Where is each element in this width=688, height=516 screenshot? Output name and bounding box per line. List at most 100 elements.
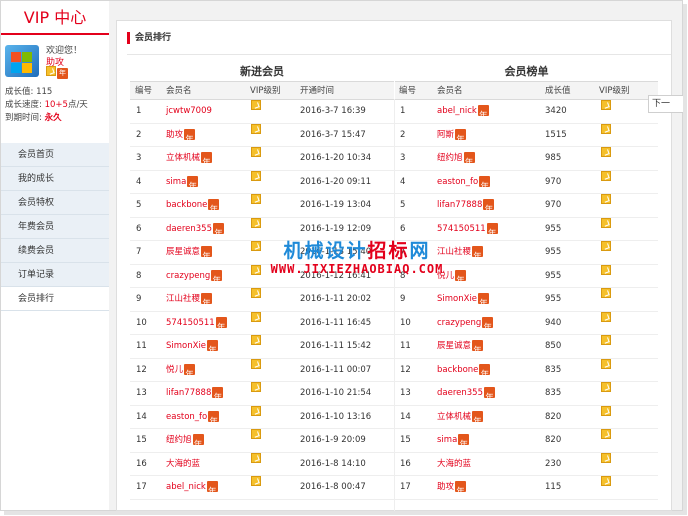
row-number: 3 xyxy=(136,153,142,163)
year-member-icon: 年 xyxy=(472,246,484,262)
table-row: 14 easton_fo 年 2016-1-10 13:16 xyxy=(130,405,394,429)
year-member-icon: 年 xyxy=(201,246,213,262)
vip-level-icon xyxy=(601,241,611,251)
row-number: 16 xyxy=(400,458,411,469)
sidebar-item-home[interactable]: 会员首页 xyxy=(1,143,109,167)
table-row: 17 助攻年 115 xyxy=(395,476,658,500)
vip-level-icon xyxy=(251,311,261,322)
member-name-link[interactable]: abel_nick 年 xyxy=(166,476,218,499)
row-number: 4 xyxy=(400,176,406,187)
member-name-link[interactable]: jcwtw7009 xyxy=(166,100,212,123)
member-name-link[interactable]: 574150511 年 xyxy=(166,312,227,335)
year-member-icon: 年 xyxy=(184,363,196,380)
table-row: 10 crazypeng 年 940 xyxy=(395,311,658,335)
open-time: 2016-1-19 12:09 xyxy=(300,223,372,234)
member-name-link[interactable]: 574150511 年 xyxy=(437,218,498,241)
year-member-icon: 年 xyxy=(208,410,220,427)
growth-value: 820 xyxy=(545,435,562,445)
new-members-header: 编号 会员名 VIP级别 开通时间 xyxy=(130,81,394,100)
member-name-link[interactable]: 悦儿年 xyxy=(166,359,196,382)
table-row: 11 SimonXie 年 2016-1-11 15:42 xyxy=(130,335,394,359)
member-name-link[interactable]: 阿斯年 xyxy=(437,124,467,147)
member-name-link[interactable]: 立体机械年 xyxy=(166,147,213,170)
member-name-link[interactable]: 纽约旭年 xyxy=(166,429,204,452)
table-row: 10 574150511 年 2016-1-11 16:45 xyxy=(130,311,394,335)
member-name-link[interactable]: sima 年 xyxy=(437,429,470,452)
open-time: 2016-1-11 15:42 xyxy=(300,341,372,351)
growth-value: 985 xyxy=(545,153,562,163)
member-name-link[interactable]: 纽约旭年 xyxy=(437,147,475,170)
member-name-link[interactable]: crazypeng 年 xyxy=(437,312,494,335)
row-number: 1 xyxy=(400,106,406,116)
growth-value: 970 xyxy=(545,200,562,210)
main-panel: 会员排行 新进会员 编号 会员名 VIP级别 开通时间 1 jcwtw7009 20… xyxy=(116,20,672,511)
row-number: 11 xyxy=(400,341,411,351)
growth-value: 835 xyxy=(545,388,562,398)
member-name-link[interactable]: 大海的蓝 xyxy=(166,453,200,476)
sidebar-item-orders[interactable]: 订单记录 xyxy=(1,263,109,287)
member-name-link[interactable]: 辰星诚意年 xyxy=(166,241,213,264)
open-time: 2016-1-9 20:09 xyxy=(300,435,366,445)
member-name-link[interactable]: 助攻年 xyxy=(166,124,196,147)
member-name-link[interactable]: SimonXie 年 xyxy=(166,335,219,358)
table-row: 6 daeren355 年 2016-1-19 12:09 xyxy=(130,217,394,241)
member-name-link[interactable]: 江山社稷年 xyxy=(437,241,484,264)
col-vip-level: VIP级别 xyxy=(599,86,630,96)
member-name-link[interactable]: backbone 年 xyxy=(166,194,220,217)
growth-info: 成长值: 115 成长速度: 10+5点/天 到期时间: 永久 xyxy=(1,83,109,128)
table-row: 15 纽约旭年 2016-1-9 20:09 xyxy=(130,429,394,453)
vip-level-icon xyxy=(601,405,611,416)
member-name-link[interactable]: daeren355 年 xyxy=(437,382,495,405)
table-row: 7 江山社稷年 955 xyxy=(395,241,658,265)
next-popup[interactable]: 下一 xyxy=(648,95,683,113)
table-row: 7 辰星诚意年 2016-1-13 15:40 xyxy=(130,241,394,265)
sidebar-item-growth[interactable]: 我的成长 xyxy=(1,167,109,191)
member-name-link[interactable]: crazypeng 年 xyxy=(166,265,223,288)
member-name-link[interactable]: daeren355 年 xyxy=(166,218,224,241)
vip-level-icon xyxy=(601,170,611,181)
member-name-link[interactable]: easton_fo 年 xyxy=(437,171,491,194)
vip-level-icon xyxy=(251,100,261,110)
row-number: 5 xyxy=(136,200,142,210)
member-name-link[interactable]: 悦儿年 xyxy=(437,265,467,288)
vip-level-icon xyxy=(601,264,611,275)
vip-level-icon xyxy=(251,382,261,392)
member-name-link[interactable]: lifan77888 年 xyxy=(166,382,224,405)
sidebar-item-annual[interactable]: 年费会员 xyxy=(1,215,109,239)
vip-level-icon xyxy=(251,288,261,298)
row-number: 9 xyxy=(400,294,406,304)
col-vip-level: VIP级别 xyxy=(250,86,281,96)
member-name-link[interactable]: abel_nick 年 xyxy=(437,100,489,123)
member-name-link[interactable]: easton_fo 年 xyxy=(166,406,220,429)
sidebar-item-renew[interactable]: 续费会员 xyxy=(1,239,109,263)
year-member-icon: 年 xyxy=(483,387,495,403)
member-name-link[interactable]: lifan77888 年 xyxy=(437,194,495,217)
row-number: 9 xyxy=(136,294,142,304)
member-name-link[interactable]: backbone 年 xyxy=(437,359,491,382)
member-name-link[interactable]: 江山社稷年 xyxy=(166,288,213,311)
vip-level-icon xyxy=(601,429,611,439)
member-name-link[interactable]: sima 年 xyxy=(166,171,199,194)
year-member-icon: 年 xyxy=(184,128,196,145)
row-number: 14 xyxy=(136,411,147,422)
member-name-link[interactable]: 大海的蓝 xyxy=(437,453,471,476)
member-name-link[interactable]: 立体机械年 xyxy=(437,406,484,429)
member-name-link[interactable]: SimonXie 年 xyxy=(437,288,490,311)
member-name-link[interactable]: 助攻年 xyxy=(437,476,467,499)
open-time: 2016-1-8 00:47 xyxy=(300,482,366,492)
table-row: 16 大海的蓝 2016-1-8 14:10 xyxy=(130,452,394,476)
year-member-icon: 年 xyxy=(57,68,68,79)
table-row: 4 sima 年 2016-1-20 09:11 xyxy=(130,170,394,194)
sidebar-item-ranking[interactable]: 会员排行 xyxy=(1,287,109,311)
member-name-link[interactable]: 辰星诚意年 xyxy=(437,335,484,358)
vip-level-icon xyxy=(251,170,261,181)
sidebar-item-privileges[interactable]: 会员特权 xyxy=(1,191,109,215)
year-member-icon: 年 xyxy=(455,128,467,145)
new-members-title: 新进会员 xyxy=(240,65,284,78)
row-number: 14 xyxy=(400,411,411,422)
avatar[interactable] xyxy=(5,45,39,77)
year-member-icon: 年 xyxy=(192,434,204,450)
growth-value: 955 xyxy=(545,294,562,304)
vip-level-icon xyxy=(251,147,261,157)
growth-value: 955 xyxy=(545,270,562,281)
